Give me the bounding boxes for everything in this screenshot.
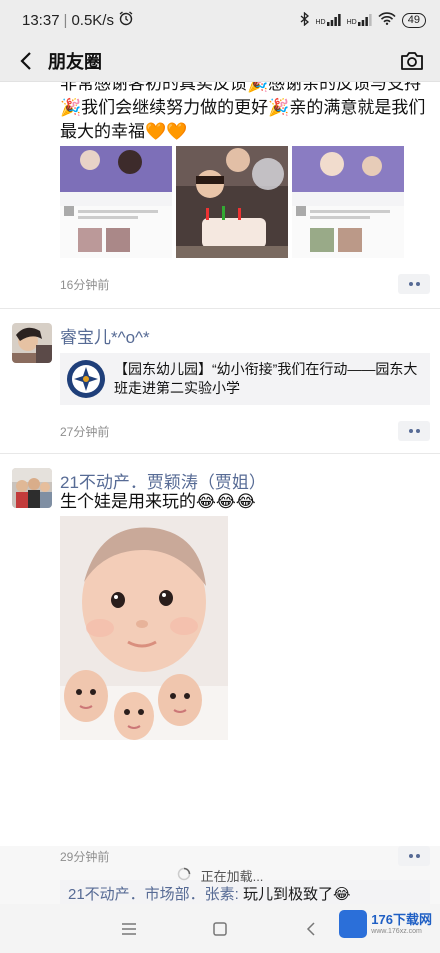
loading-text: 正在加载... bbox=[200, 868, 264, 884]
clock: 13:37 bbox=[22, 11, 60, 29]
menu-icon bbox=[122, 923, 136, 935]
chevron-left-icon bbox=[20, 51, 31, 70]
more-dot-icon bbox=[408, 429, 413, 433]
watermark: 176下载网 www.176xz.com bbox=[339, 910, 432, 938]
post-image[interactable] bbox=[60, 146, 172, 258]
post-text: 非常感谢客初的真实反馈🎉感谢亲的反馈与支持🎉我们会继续努力做的更好🎉亲的满意就是… bbox=[60, 82, 426, 141]
more-dot-icon bbox=[415, 429, 420, 433]
more-actions-button[interactable] bbox=[398, 421, 430, 441]
bluetooth-icon bbox=[300, 11, 310, 29]
shared-link-card[interactable]: 【园东幼儿园】“幼小衔接”我们在行动——园东大班走进第二实验小学 bbox=[60, 353, 430, 405]
home-button[interactable] bbox=[211, 920, 229, 938]
system-nav-bar: 176下载网 www.176xz.com bbox=[0, 904, 440, 953]
signal-icon-1: HD bbox=[316, 14, 341, 26]
post-image[interactable] bbox=[60, 516, 228, 740]
post-text: 生个娃是用来玩的😂😂😂 bbox=[60, 492, 256, 511]
post-time: 16分钟前 bbox=[60, 278, 110, 292]
moments-feed[interactable]: 非常感谢客初的真实反馈🎉感谢亲的反馈与支持🎉我们会继续努力做的更好🎉亲的满意就是… bbox=[0, 82, 440, 904]
back-triangle-icon bbox=[306, 922, 315, 936]
more-dot-icon bbox=[415, 282, 420, 286]
link-title: 【园东幼儿园】“幼小衔接”我们在行动——园东大班走进第二实验小学 bbox=[114, 361, 418, 396]
avatar[interactable] bbox=[12, 468, 52, 508]
alarm-icon bbox=[118, 10, 134, 30]
watermark-subtitle: www.176xz.com bbox=[371, 927, 422, 935]
spinner-icon bbox=[177, 867, 191, 884]
more-actions-button[interactable] bbox=[398, 274, 430, 294]
avatar[interactable] bbox=[12, 323, 52, 363]
kindergarten-logo-icon bbox=[66, 359, 106, 399]
post-image[interactable] bbox=[176, 146, 288, 258]
moment-post: 睿宝儿*^o^* 【园东幼儿园】“幼小衔接”我们在行动——园东大班走进第二实验小… bbox=[0, 309, 440, 453]
more-dot-icon bbox=[408, 282, 413, 286]
post-author[interactable]: 睿宝儿*^o^* bbox=[60, 323, 150, 348]
network-speed: 0.5K/s bbox=[71, 11, 114, 29]
loading-indicator: 正在加载... bbox=[0, 846, 440, 904]
post-time: 27分钟前 bbox=[60, 425, 110, 439]
top-nav-bar: 朋友圈 bbox=[0, 40, 440, 82]
watermark-logo-icon bbox=[339, 910, 368, 938]
signal-icon-2: HD bbox=[347, 14, 372, 26]
wifi-icon bbox=[378, 12, 396, 28]
status-bar: 13:37 | 0.5K/s HD HD 49 bbox=[0, 0, 440, 40]
battery-indicator: 49 bbox=[401, 12, 426, 28]
system-back-button[interactable] bbox=[302, 920, 320, 938]
post-image[interactable] bbox=[292, 146, 404, 258]
watermark-title: 176下载网 bbox=[371, 911, 432, 927]
camera-icon bbox=[401, 51, 423, 70]
page-title: 朋友圈 bbox=[48, 51, 102, 72]
home-icon bbox=[213, 922, 227, 936]
camera-button[interactable] bbox=[398, 47, 426, 75]
back-button[interactable] bbox=[14, 49, 38, 73]
menu-button[interactable] bbox=[120, 920, 138, 938]
moment-post: 21不动产．贾颖涛（贾姐） 生个娃是用来玩的😂😂😂 29分钟前 21不动产．市场… bbox=[0, 454, 440, 904]
moment-post: 非常感谢客初的真实反馈🎉感谢亲的反馈与支持🎉我们会继续努力做的更好🎉亲的满意就是… bbox=[0, 82, 440, 308]
